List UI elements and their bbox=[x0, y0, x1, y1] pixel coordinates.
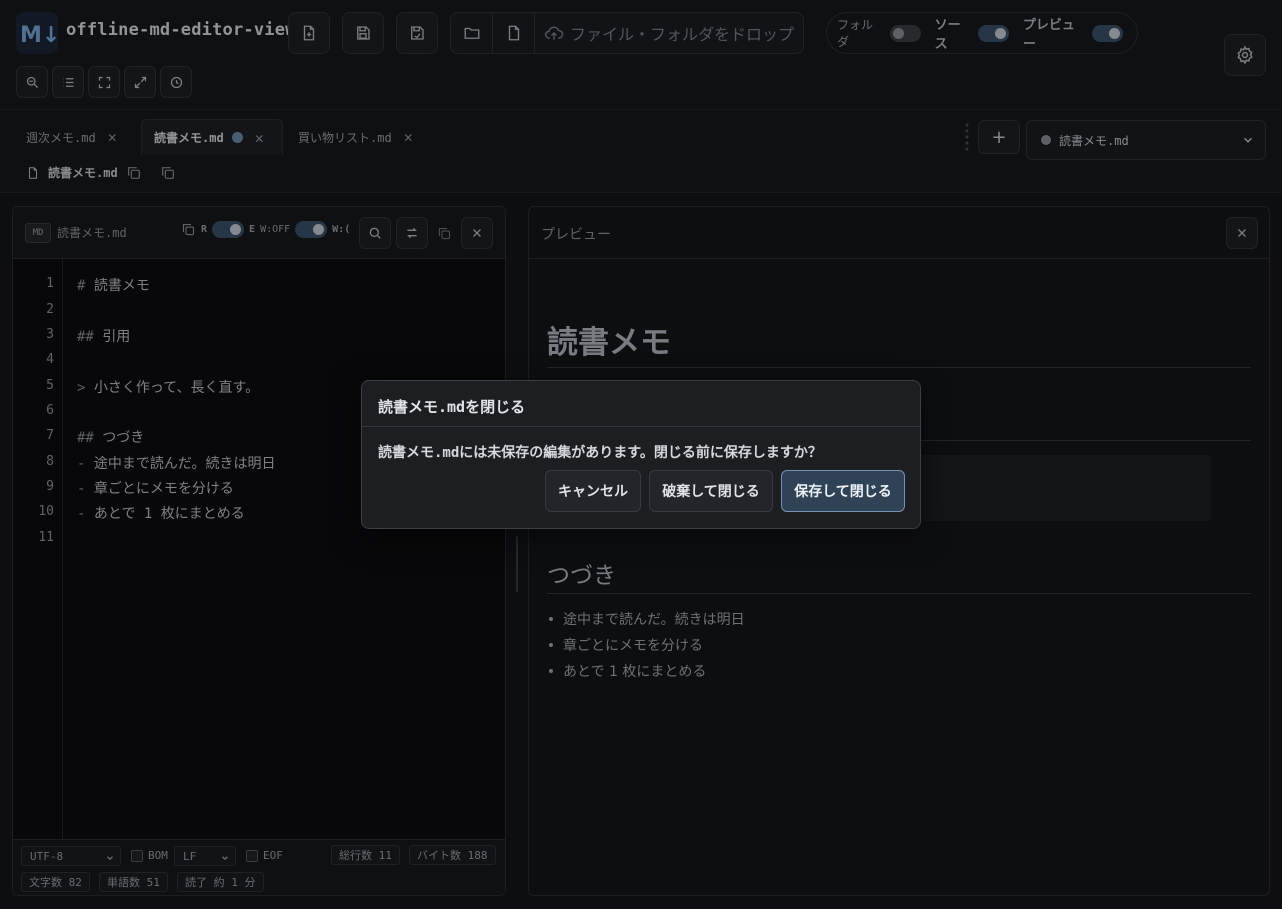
cancel-button[interactable]: キャンセル bbox=[545, 470, 641, 512]
save-close-button[interactable]: 保存して閉じる bbox=[781, 470, 905, 512]
discard-close-button[interactable]: 破棄して閉じる bbox=[649, 470, 773, 512]
dialog-message: 読書メモ.mdには未保存の編集があります。閉じる前に保存しますか？ bbox=[378, 445, 822, 461]
close-confirm-dialog: 読書メモ.mdを閉じる 読書メモ.mdには未保存の編集があります。閉じる前に保存… bbox=[361, 380, 921, 529]
dialog-title: 読書メモ.mdを閉じる bbox=[378, 398, 526, 416]
